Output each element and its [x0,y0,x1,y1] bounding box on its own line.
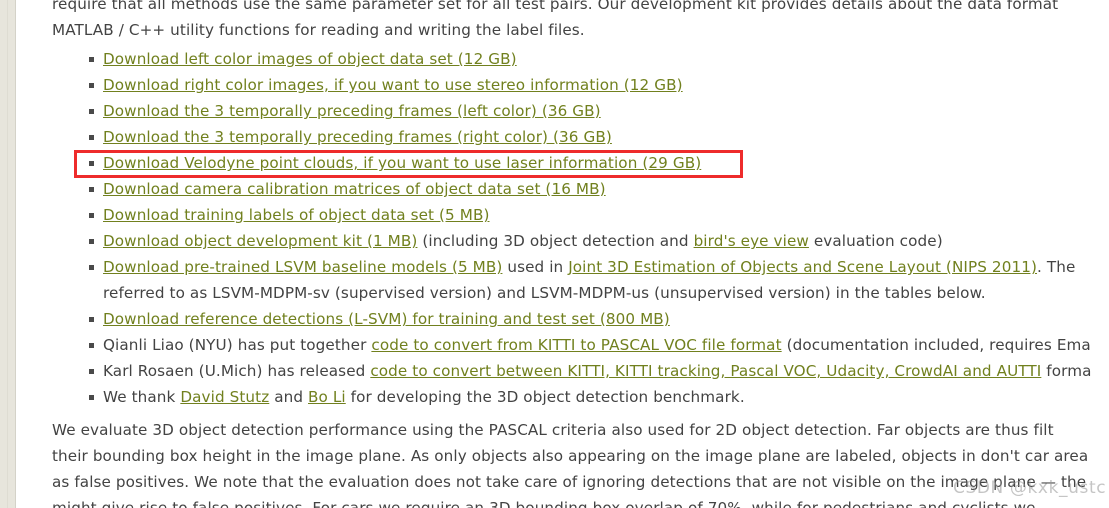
evaluation-paragraph-line-1: We evaluate 3D object detection performa… [52,421,1054,439]
link-reference-detections-0[interactable]: Download reference detections (L-SVM) fo… [103,310,670,328]
evaluation-paragraph: We evaluate 3D object detection performa… [18,417,1109,508]
text-object-development-kit-3: evaluation code) [808,232,943,250]
bullet-square-icon [89,109,94,114]
bullet-square-icon [89,265,94,270]
bullet-square-icon [89,369,94,374]
link-preceding-frames-right-0[interactable]: Download the 3 temporally preceding fram… [103,128,612,146]
download-links-list: Download left color images of object dat… [18,46,1109,410]
text-object-development-kit-1: (including 3D object detection and [417,232,694,250]
list-item-lsvm-baseline-models: Download pre-trained LSVM baseline model… [18,254,1109,280]
list-item-right-color-images: Download right color images, if you want… [18,72,1109,98]
list-item-preceding-frames-right: Download the 3 temporally preceding fram… [18,124,1109,150]
list-item-velodyne-point-clouds: Download Velodyne point clouds, if you w… [18,150,1109,176]
bullet-square-icon [89,395,94,400]
link-left-color-images-0[interactable]: Download left color images of object dat… [103,50,517,68]
link-acknowledgement-1[interactable]: David Stutz [180,388,269,406]
link-qianli-liao-converter-1[interactable]: code to convert from KITTI to PASCAL VOC… [371,336,781,354]
intro-paragraph-line-2: MATLAB / C++ utility functions for readi… [52,21,585,39]
link-right-color-images-0[interactable]: Download right color images, if you want… [103,76,683,94]
intro-paragraph: require that all methods use the same pa… [18,0,1109,43]
evaluation-paragraph-line-2: their bounding box height in the image p… [52,447,1089,465]
list-item-object-development-kit: Download object development kit (1 MB) (… [18,228,1109,254]
bullet-square-icon [89,83,94,88]
link-object-development-kit-0[interactable]: Download object development kit (1 MB) [103,232,417,250]
bullet-square-icon [89,57,94,62]
text-acknowledgement-0: We thank [103,388,181,406]
text-acknowledgement-2: and [269,388,309,406]
link-lsvm-baseline-models-2[interactable]: Joint 3D Estimation of Objects and Scene… [568,258,1037,276]
link-preceding-frames-left-0[interactable]: Download the 3 temporally preceding fram… [103,102,601,120]
list-item-lsvm-baseline-models-cont: referred to as LSVM-MDPM-sv (supervised … [18,280,1109,306]
bullet-square-icon [89,239,94,244]
link-velodyne-point-clouds-0[interactable]: Download Velodyne point clouds, if you w… [103,154,701,172]
text-acknowledgement-4: for developing the 3D object detection b… [345,388,745,406]
text-karl-rosaen-converter-2: forma [1041,362,1092,380]
list-item-training-labels: Download training labels of object data … [18,202,1109,228]
list-item-preceding-frames-left: Download the 3 temporally preceding fram… [18,98,1109,124]
link-lsvm-baseline-models-0[interactable]: Download pre-trained LSVM baseline model… [103,258,502,276]
link-karl-rosaen-converter-1[interactable]: code to convert between KITTI, KITTI tra… [370,362,1041,380]
link-camera-calibration-matrices-0[interactable]: Download camera calibration matrices of … [103,180,606,198]
page-content: require that all methods use the same pa… [18,0,1109,508]
evaluation-paragraph-line-3: as false positives. We note that the eva… [52,473,1087,491]
bullet-square-icon [89,343,94,348]
text-lsvm-baseline-models-3: . The [1037,258,1076,276]
bullet-square-icon [89,135,94,140]
gutter-divider [7,0,8,508]
link-acknowledgement-3[interactable]: Bo Li [308,388,346,406]
text-lsvm-baseline-models-cont-0: referred to as LSVM-MDPM-sv (supervised … [103,284,986,302]
text-qianli-liao-converter-0: Qianli Liao (NYU) has put together [103,336,372,354]
bullet-square-icon [89,187,94,192]
link-training-labels-0[interactable]: Download training labels of object data … [103,206,490,224]
list-item-left-color-images: Download left color images of object dat… [18,46,1109,72]
text-lsvm-baseline-models-1: used in [502,258,569,276]
list-item-qianli-liao-converter: Qianli Liao (NYU) has put together code … [18,332,1109,358]
text-qianli-liao-converter-2: (documentation included, requires Ema [781,336,1091,354]
intro-paragraph-line-1: require that all methods use the same pa… [52,0,1059,13]
bullet-square-icon [89,317,94,322]
bullet-square-icon [89,161,94,166]
list-item-reference-detections: Download reference detections (L-SVM) fo… [18,306,1109,332]
evaluation-paragraph-line-4: might give rise to false positives. For … [52,499,1036,508]
bullet-square-icon [89,213,94,218]
list-item-acknowledgement: We thank David Stutz and Bo Li for devel… [18,384,1109,410]
link-object-development-kit-2[interactable]: bird's eye view [694,232,809,250]
text-karl-rosaen-converter-0: Karl Rosaen (U.Mich) has released [103,362,371,380]
list-item-camera-calibration-matrices: Download camera calibration matrices of … [18,176,1109,202]
page-gutter [0,0,16,508]
list-item-karl-rosaen-converter: Karl Rosaen (U.Mich) has released code t… [18,358,1109,384]
